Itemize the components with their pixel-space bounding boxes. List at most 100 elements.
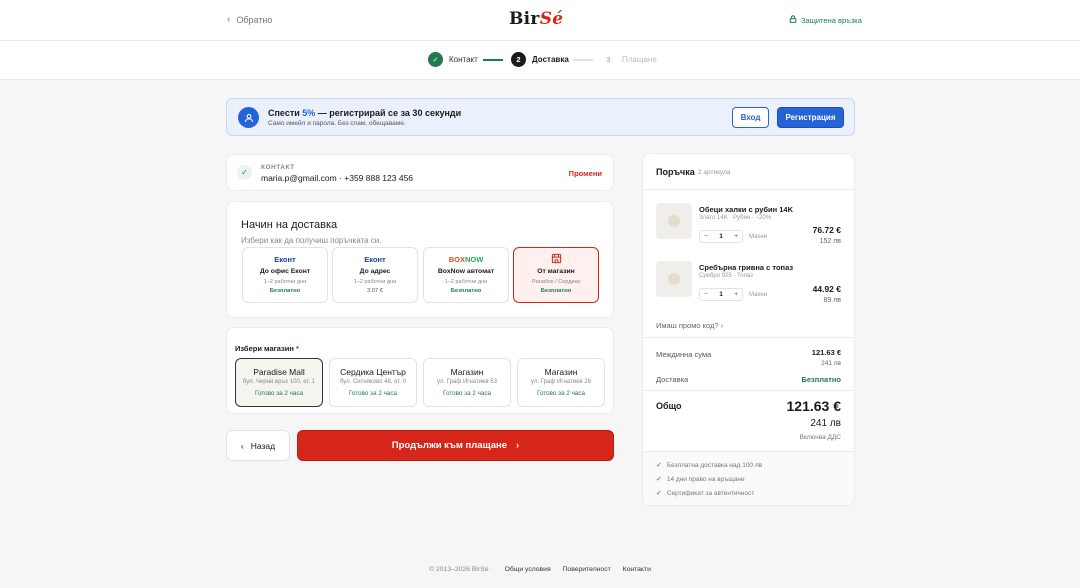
product-thumbnail [656, 261, 692, 297]
vat-note: Включва ДДС [799, 434, 841, 441]
continue-to-payment-button[interactable]: Продължи към плащане › [297, 430, 614, 461]
quantity-value: 1 [719, 291, 723, 298]
perks-list: ✓ Безплатна доставка над 100 лв ✓ 14 дни… [643, 451, 854, 505]
promo-code-link[interactable]: Имаш промо код? › [656, 321, 723, 330]
total-value: 121.63 € [786, 398, 842, 414]
total-bgn: 241 лв [810, 418, 841, 429]
footer-link-contacts[interactable]: Контакти [623, 566, 651, 573]
footer-link-terms[interactable]: Общи условия [505, 566, 551, 573]
store-option[interactable]: Сердика Център бул. Ситняково 48, ет. 0 … [329, 358, 417, 407]
remove-item-link[interactable]: Махни [749, 292, 767, 298]
promo-subtitle: Само имейл и парола. Без спам, обещаваме… [268, 120, 406, 127]
store-option[interactable]: Магазин ул. Граф Игнатиев 26 Готово за 2… [517, 358, 605, 407]
item-name: Сребърна гривна с топаз [699, 263, 794, 272]
chevron-right-icon: › [516, 440, 520, 451]
total-label: Общо [656, 401, 682, 411]
item-count: 2 артикула [698, 169, 731, 176]
store-ready: Готово за 2 часа [254, 390, 304, 397]
option-name: До офис Еконт [259, 268, 311, 275]
perk-item: ✓ Сертификат за автентичност [656, 489, 755, 498]
logo-accent: Sé [539, 9, 564, 29]
item-price: 76.72 € [812, 225, 841, 235]
item-meta: Злато 14K · Рубин · −20% [699, 215, 772, 221]
step-number: 3 [606, 55, 611, 64]
quantity-stepper[interactable]: − 1 + [699, 230, 743, 243]
step-contact[interactable]: ✓ Контакт [428, 52, 478, 67]
step-connector [483, 59, 503, 61]
summary-title: Поръчка [656, 167, 695, 177]
step-label: Доставка [532, 55, 569, 64]
divider [643, 189, 854, 190]
step-payment: 3 Плащане [601, 52, 657, 67]
store-picker-label: Избери магазин * [235, 344, 299, 353]
minus-icon[interactable]: − [704, 291, 708, 298]
econt-logo: Еконт [274, 255, 296, 264]
chevron-left-icon: ‹ [240, 440, 244, 451]
check-icon: ✓ [656, 490, 662, 497]
store-picker-card: Избери магазин * Paradise Mall бул. Черн… [226, 327, 614, 414]
promo-title-post: — регистрирай се за 30 секунди [315, 108, 462, 118]
perk-item: ✓ Безплатна доставка над 100 лв [656, 461, 763, 470]
footer-link-privacy[interactable]: Поверителност [563, 566, 611, 573]
boxnow-logo: BOXNOW [424, 255, 508, 264]
divider [643, 390, 854, 391]
store-address: бул. Ситняково 48, ет. 0 [339, 379, 407, 385]
option-name: BoxNow автомат [437, 268, 495, 275]
logo-main: Bir [509, 9, 540, 29]
delivery-option-econt-address[interactable]: Еконт До адрес 1–2 работни дни 3.07 € [332, 247, 418, 303]
item-price-bgn: 89 лв [823, 297, 841, 304]
perk-text: Безплатна доставка над 100 лв [666, 461, 763, 469]
option-days: Paradise / Сердика [531, 279, 581, 285]
option-price: 3.07 € [366, 288, 384, 294]
store-address: ул. Граф Игнатиев 26 [531, 379, 591, 385]
option-price: Безплатно [540, 288, 572, 294]
item-price-bgn: 152 лв [819, 238, 841, 245]
store-option[interactable]: Paradise Mall бул. Черни връх 100, ет. 1… [235, 358, 323, 407]
store-option[interactable]: Магазин ул. Граф Игнатиев 53 Готово за 2… [423, 358, 511, 407]
store-address: бул. Черни връх 100, ет. 1 [242, 379, 316, 385]
delivery-heading: Начин на доставка [241, 219, 338, 231]
login-button[interactable]: Вход [732, 107, 769, 128]
subtotal-value: 121.63 € [811, 348, 841, 357]
chevron-left-icon: ‹ [227, 14, 231, 25]
econt-logo: Еконт [364, 255, 386, 264]
edit-contact-link[interactable]: Промени [569, 169, 602, 178]
option-days: 1–2 работни дни [444, 279, 488, 285]
secure-label: Защитена връзка [801, 15, 862, 25]
plus-icon[interactable]: + [734, 291, 738, 298]
back-button[interactable]: ‹ Назад [226, 430, 290, 461]
promo-title-pre: Спести [268, 108, 303, 118]
perk-item: ✓ 14 дни право на връщане [656, 475, 745, 484]
minus-icon[interactable]: − [704, 233, 708, 240]
register-promo-banner: Спести 5% — регистрирай се за 30 секунди… [226, 98, 855, 136]
product-image-placeholder [668, 215, 680, 227]
store-name: Сердика Център [340, 367, 406, 377]
perk-text: Сертификат за автентичност [666, 489, 755, 497]
store-name: Магазин [544, 367, 578, 377]
delivery-option-store-pickup[interactable]: От магазин Paradise / Сердика Безплатно [513, 247, 599, 303]
chevron-right-icon: › [720, 321, 724, 330]
boxnow-logo-now: NOW [464, 255, 484, 264]
item-meta: Сребро 925 · Топаз [699, 273, 753, 279]
option-days: 1–2 работни дни [353, 279, 397, 285]
divider [643, 337, 854, 338]
page-footer: © 2013–2026 BirSé · Общи условия Поверит… [0, 566, 1080, 573]
step-label: Плащане [622, 55, 657, 64]
option-days: 1–2 работни дни [263, 279, 307, 285]
back-link[interactable]: ‹ Обратно [227, 14, 272, 25]
back-link-label: Обратно [236, 14, 273, 25]
remove-item-link[interactable]: Махни [749, 234, 767, 240]
delivery-option-econt-office[interactable]: Еконт До офис Еконт 1–2 работни дни Безп… [242, 247, 328, 303]
brand-logo[interactable]: BirSé [509, 9, 563, 29]
check-icon: ✓ [428, 52, 443, 67]
secure-connection: Защитена връзка [789, 15, 862, 25]
shipping-value: Безплатно [801, 375, 841, 384]
check-icon: ✓ [656, 476, 662, 483]
checkout-stepper: ✓ Контакт 2 Доставка 3 Плащане [0, 41, 1080, 80]
quantity-stepper[interactable]: − 1 + [699, 288, 743, 301]
store-address: ул. Граф Игнатиев 53 [437, 379, 497, 385]
contact-summary-card: ✓ КОНТАКТ maria.p@gmail.com · +359 888 1… [226, 154, 614, 191]
plus-icon[interactable]: + [734, 233, 738, 240]
delivery-option-boxnow[interactable]: BOXNOW BoxNow автомат 1–2 работни дни Бе… [423, 247, 509, 303]
register-button[interactable]: Регистрация [777, 107, 844, 128]
